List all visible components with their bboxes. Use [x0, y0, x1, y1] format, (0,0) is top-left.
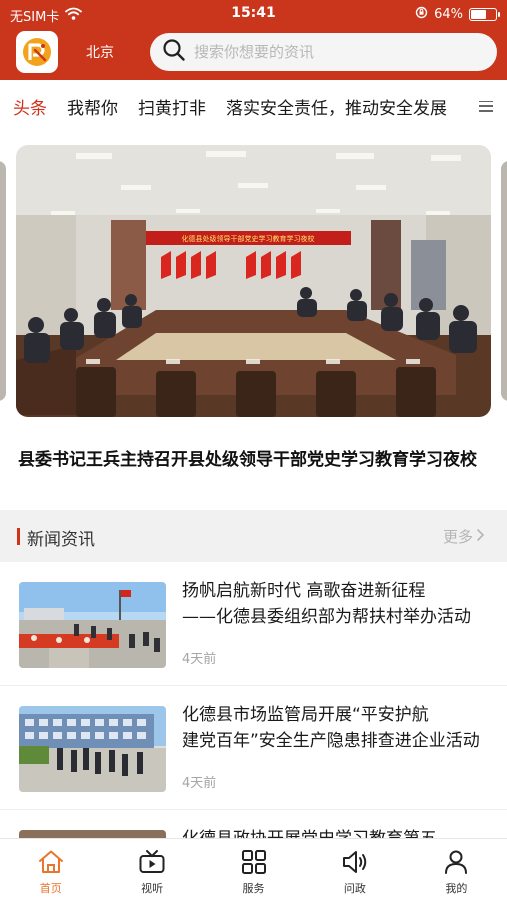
tab-profile[interactable]: 我的	[406, 839, 507, 900]
news-title: 扬帆启航新时代 高歌奋进新征程 ——化德县委组织部为帮扶村举办活动	[182, 581, 471, 627]
tab-video[interactable]: 视听	[101, 839, 202, 900]
news-thumbnail	[19, 706, 166, 792]
tab-label: 我的	[445, 882, 468, 895]
tab-label: 问政	[343, 882, 366, 895]
chevron-right-icon	[476, 528, 485, 546]
status-bar: 无SIM卡 15:41 64%	[0, 0, 507, 28]
section-title: 新闻资讯	[27, 530, 95, 550]
search-icon	[162, 38, 186, 66]
speaker-icon	[340, 847, 370, 877]
search-input[interactable]	[194, 43, 484, 61]
app-header: 无SIM卡 15:41 64% 北京 搜索你想要的资讯	[0, 0, 507, 80]
tab-headlines[interactable]: 头条	[13, 94, 47, 119]
previous-slide-peek[interactable]	[0, 161, 6, 401]
tab-home[interactable]: 首页	[0, 839, 101, 900]
tab-label: 视听	[141, 882, 164, 895]
list-item[interactable]: 扬帆启航新时代 高歌奋进新征程 ——化德县委组织部为帮扶村举办活动 4天前	[0, 562, 507, 686]
next-slide-peek[interactable]	[501, 161, 507, 401]
tab-safety-responsibility[interactable]: 落实安全责任，推动安全发展	[226, 94, 447, 119]
menu-icon	[479, 100, 493, 112]
tab-help-you[interactable]: 我帮你	[67, 94, 118, 119]
news-thumbnail	[19, 830, 166, 838]
home-icon	[36, 847, 66, 877]
more-categories-button[interactable]	[461, 80, 507, 132]
news-thumbnail	[19, 582, 166, 668]
list-item[interactable]: 化德县市场监管局开展“平安护航 建党百年”安全生产隐患排查进企业活动 4天前	[0, 686, 507, 810]
tab-services[interactable]: 服务	[203, 839, 304, 900]
banner-headline[interactable]: 县委书记王兵主持召开县处级领导干部党史学习教育学习夜校	[18, 448, 488, 472]
tab-inquiry[interactable]: 问政	[304, 839, 405, 900]
more-label: 更多	[442, 528, 473, 546]
news-list: 扬帆启航新时代 高歌奋进新征程 ——化德县委组织部为帮扶村举办活动 4天前 化德…	[0, 562, 507, 838]
app-logo-icon[interactable]	[16, 31, 58, 73]
banner-carousel[interactable]: 化德县处级领导干部党史学习教育学习夜校	[0, 145, 507, 417]
news-title: 化德县市场监管局开展“平安护航 建党百年”安全生产隐患排查进企业活动	[182, 705, 480, 751]
more-news-link[interactable]: 更多	[443, 526, 485, 547]
tab-anti-porn[interactable]: 扫黄打非	[138, 94, 206, 119]
city-selector[interactable]: 北京	[86, 42, 114, 62]
grid-icon	[239, 847, 269, 877]
app-bar: 北京	[0, 28, 507, 80]
banner-image[interactable]: 化德县处级领导干部党史学习教育学习夜校	[16, 145, 491, 417]
news-title: 化德县政协开展党史学习教育第五	[182, 826, 488, 838]
news-time: 4天前	[182, 652, 217, 667]
news-time: 4天前	[182, 776, 217, 791]
search-bar[interactable]	[150, 33, 497, 71]
category-tabs: 头条 我帮你 扫黄打非 落实安全责任，推动安全发展	[0, 80, 507, 132]
user-icon	[441, 847, 471, 877]
section-accent-bar	[17, 528, 20, 545]
tab-label: 服务	[242, 882, 265, 895]
list-item[interactable]: 化德县政协开展党史学习教育第五	[0, 810, 507, 838]
battery-percent: 64%	[434, 7, 463, 22]
banner-slogan: 化德县处级领导干部党史学习教育学习夜校	[182, 234, 315, 243]
battery-icon	[469, 8, 500, 21]
tv-icon	[137, 847, 167, 877]
bottom-tab-bar: 首页 视听 服务 问政 我的	[0, 838, 507, 900]
news-section-header: 新闻资讯 更多	[0, 510, 507, 562]
orientation-lock-icon	[415, 6, 428, 23]
tab-label: 首页	[39, 882, 62, 895]
